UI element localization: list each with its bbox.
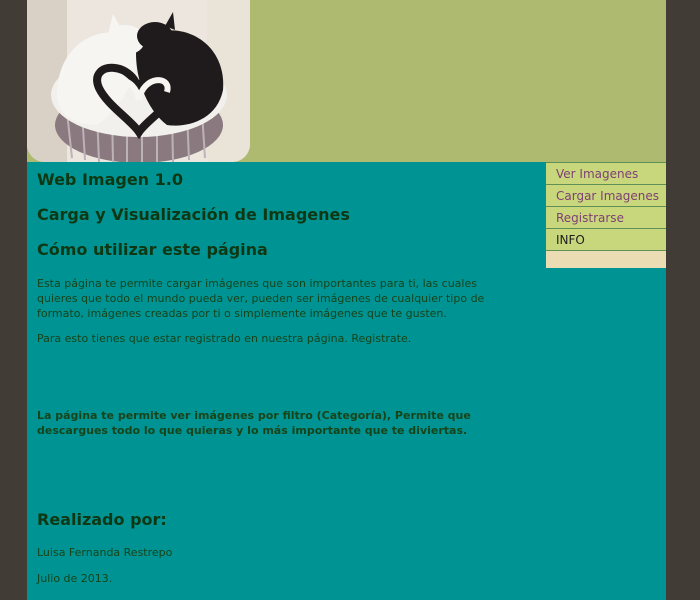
register-paragraph: Para esto tienes que estar registrado en… <box>37 332 412 345</box>
made-by-heading: Realizado por: <box>37 510 167 529</box>
intro-paragraph: Esta página te permite cargar imágenes q… <box>37 277 485 320</box>
page-container: Ver Imagenes Cargar Imagenes Registrarse… <box>27 0 666 600</box>
nav-item-cargar-imagenes[interactable]: Cargar Imagenes <box>546 184 666 206</box>
side-navigation: Ver Imagenes Cargar Imagenes Registrarse… <box>546 162 666 268</box>
author-name: Luisa Fernanda Restrepo <box>37 546 173 559</box>
page-subtitle: Carga y Visualización de Imagenes <box>37 205 350 224</box>
nav-item-registrarse[interactable]: Registrarse <box>546 206 666 228</box>
header-banner <box>27 0 666 162</box>
nav-item-ver-imagenes[interactable]: Ver Imagenes <box>546 162 666 184</box>
how-to-heading: Cómo utilizar este página <box>37 240 268 259</box>
page-title: Web Imagen 1.0 <box>37 170 183 189</box>
cats-photo <box>27 0 250 162</box>
nav-item-info[interactable]: INFO <box>546 228 666 251</box>
date-text: Julio de 2013. <box>37 572 113 585</box>
filter-paragraph: La página te permite ver imágenes por fi… <box>37 409 471 437</box>
